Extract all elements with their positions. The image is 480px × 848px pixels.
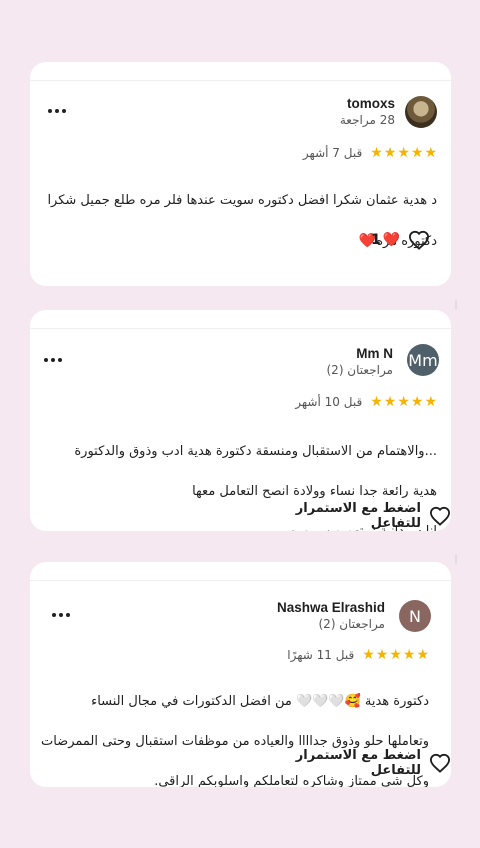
reviewer-review-count: 28 مراجعة [339, 113, 395, 127]
star-icon: ★ [375, 647, 389, 663]
star-rating: ★ ★ ★ ★ ★ [370, 395, 437, 409]
star-icon: ★ [410, 145, 424, 161]
star-icon: ★ [402, 647, 416, 663]
rating-row: قبل 11 شهرًا ★ ★ ★ ★ ★ [287, 648, 429, 662]
press-and-hold-hint: اضغط مع الاستمرار للتفاعل [295, 748, 421, 778]
star-rating: ★ ★ ★ ★ ★ [362, 648, 429, 662]
press-and-hold-hint: اضغط مع الاستمرار للتفاعل [295, 501, 421, 531]
star-icon: ★ [389, 647, 402, 663]
more-options-icon[interactable] [52, 613, 70, 617]
scroll-divider [455, 300, 457, 310]
scroll-divider [455, 554, 457, 564]
reviewer-name[interactable]: tomoxs [347, 96, 395, 111]
star-icon: ★ [370, 145, 383, 161]
reviewer-name[interactable]: Mm N [356, 346, 393, 361]
review-text: د هدية عثمان شكرا افضل دكتوره سويت عندها… [37, 171, 437, 272]
reaction-row[interactable]: 1 ❤️ [371, 230, 430, 250]
reviewer-name[interactable]: Nashwa Elrashid [277, 600, 385, 615]
heart-outline-icon[interactable] [408, 230, 430, 250]
card-top-divider [30, 580, 451, 581]
review-text-line: ...والاهتمام من الاستقبال ومنسقة دكتورة … [74, 444, 437, 459]
star-icon: ★ [424, 394, 437, 410]
review-time: قبل 11 شهرًا [287, 648, 355, 662]
star-rating: ★ ★ ★ ★ ★ [370, 146, 437, 160]
review-card-3: N Nashwa Elrashid مراجعتان (2) قبل 11 شه… [30, 562, 451, 787]
reviewer-avatar[interactable] [405, 96, 437, 128]
reviewer-avatar[interactable]: N [399, 600, 431, 632]
star-icon: ★ [383, 145, 397, 161]
like-count: 1 ❤️ [371, 232, 400, 248]
review-text-line: د هدية عثمان شكرا افضل دكتوره سويت عندها… [47, 193, 437, 208]
card-top-divider [30, 80, 451, 81]
reviewer-review-count: مراجعتان (2) [326, 363, 393, 377]
star-icon: ★ [424, 145, 437, 161]
review-card-2: Mm Mm N مراجعتان (2) قبل 10 أشهر ★ ★ ★ ★ ★ .… [30, 310, 451, 531]
star-icon: ★ [383, 394, 397, 410]
star-icon: ★ [410, 394, 424, 410]
review-text-line: دكتورة هدية 🥰🤍🤍🤍 من افضل الدكتورات في مج… [91, 694, 429, 709]
review-time: قبل 7 أشهر [302, 146, 363, 160]
star-icon: ★ [416, 647, 429, 663]
star-icon: ★ [397, 145, 410, 161]
card-top-divider [30, 328, 451, 329]
like-count-number: 1 [371, 232, 381, 248]
more-options-icon[interactable] [48, 109, 66, 113]
reaction-row[interactable]: اضغط مع الاستمرار للتفاعل [251, 501, 451, 531]
rating-row: قبل 10 أشهر ★ ★ ★ ★ ★ [295, 395, 437, 409]
reviewer-avatar[interactable]: Mm [407, 344, 439, 376]
red-heart-emoji: ❤️ [382, 232, 401, 248]
star-icon: ★ [370, 394, 383, 410]
star-icon: ★ [397, 394, 410, 410]
heart-outline-icon[interactable] [429, 753, 451, 773]
review-card-1: tomoxs 28 مراجعة قبل 7 أشهر ★ ★ ★ ★ ★ د هدية… [30, 62, 451, 286]
heart-outline-icon[interactable] [429, 506, 451, 526]
star-icon: ★ [362, 647, 375, 663]
reviewer-review-count: مراجعتان (2) [318, 617, 385, 631]
more-options-icon[interactable] [44, 358, 62, 362]
review-time: قبل 10 أشهر [295, 395, 363, 409]
rating-row: قبل 7 أشهر ★ ★ ★ ★ ★ [303, 146, 437, 160]
reaction-row[interactable]: اضغط مع الاستمرار للتفاعل [251, 748, 451, 778]
review-text-line: هدية رائعة جدا نساء وولادة انصح التعامل … [192, 484, 437, 499]
